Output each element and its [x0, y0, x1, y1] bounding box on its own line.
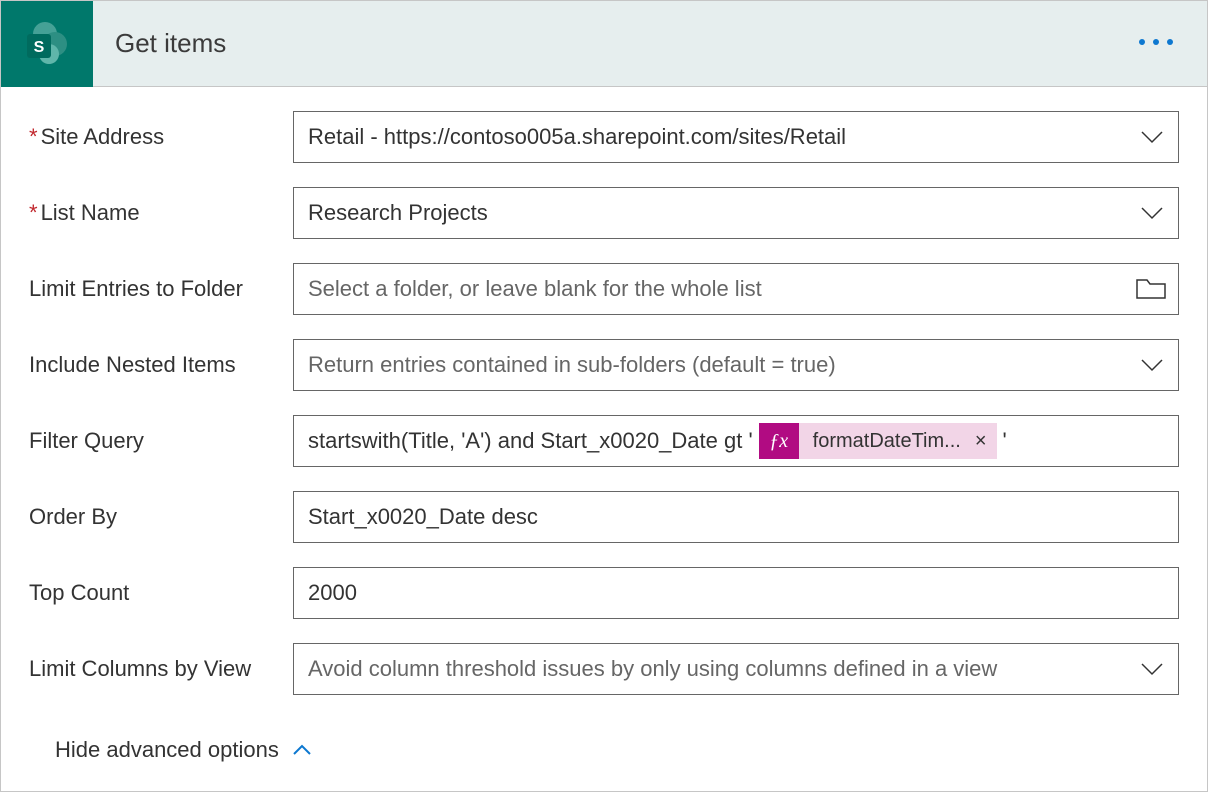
input-include-nested[interactable]: Return entries contained in sub-folders …	[293, 339, 1179, 391]
row-include-nested: Include Nested Items Return entries cont…	[29, 339, 1179, 391]
label-order-by: Order By	[29, 504, 293, 530]
hide-advanced-options-toggle[interactable]: Hide advanced options	[29, 719, 1179, 771]
label-limit-folder: Limit Entries to Folder	[29, 276, 293, 302]
value-top-count: 2000	[308, 580, 357, 606]
ellipsis-icon	[1153, 39, 1159, 45]
remove-token-button[interactable]: ×	[975, 430, 997, 453]
label-list-name: List Name	[29, 200, 293, 226]
row-top-count: Top Count 2000	[29, 567, 1179, 619]
chevron-down-icon[interactable]	[1138, 123, 1166, 151]
row-limit-folder: Limit Entries to Folder Select a folder,…	[29, 263, 1179, 315]
label-top-count: Top Count	[29, 580, 293, 606]
row-site-address: Site Address Retail - https://contoso005…	[29, 111, 1179, 163]
input-filter-query[interactable]: startswith(Title, 'A') and Start_x0020_D…	[293, 415, 1179, 467]
value-site-address: Retail - https://contoso005a.sharepoint.…	[308, 124, 846, 150]
card-body: Site Address Retail - https://contoso005…	[1, 87, 1207, 791]
sharepoint-logo-icon: S	[1, 1, 93, 87]
ellipsis-icon	[1139, 39, 1145, 45]
row-order-by: Order By Start_x0020_Date desc	[29, 491, 1179, 543]
chevron-down-icon[interactable]	[1138, 655, 1166, 683]
card-header: S Get items	[1, 1, 1207, 87]
input-limit-columns[interactable]: Avoid column threshold issues by only us…	[293, 643, 1179, 695]
svg-text:S: S	[34, 39, 45, 56]
input-top-count[interactable]: 2000	[293, 567, 1179, 619]
row-filter-query: Filter Query startswith(Title, 'A') and …	[29, 415, 1179, 467]
get-items-card: S Get items Site Address Retail - https:…	[0, 0, 1208, 792]
row-list-name: List Name Research Projects	[29, 187, 1179, 239]
input-limit-folder[interactable]: Select a folder, or leave blank for the …	[293, 263, 1179, 315]
placeholder-limit-folder: Select a folder, or leave blank for the …	[308, 276, 762, 302]
ellipsis-icon	[1167, 39, 1173, 45]
chevron-up-icon	[291, 739, 313, 761]
filter-query-text-after: '	[1003, 428, 1007, 454]
value-list-name: Research Projects	[308, 200, 488, 226]
label-include-nested: Include Nested Items	[29, 352, 293, 378]
label-limit-columns: Limit Columns by View	[29, 656, 293, 682]
expression-token-label: formatDateTim...	[799, 430, 975, 453]
label-filter-query: Filter Query	[29, 428, 293, 454]
placeholder-limit-columns: Avoid column threshold issues by only us…	[308, 656, 997, 682]
input-order-by[interactable]: Start_x0020_Date desc	[293, 491, 1179, 543]
input-site-address[interactable]: Retail - https://contoso005a.sharepoint.…	[293, 111, 1179, 163]
input-list-name[interactable]: Research Projects	[293, 187, 1179, 239]
advanced-toggle-label: Hide advanced options	[55, 737, 279, 763]
value-order-by: Start_x0020_Date desc	[308, 504, 538, 530]
filter-query-text-before: startswith(Title, 'A') and Start_x0020_D…	[308, 428, 753, 454]
chevron-down-icon[interactable]	[1138, 351, 1166, 379]
expression-token[interactable]: ƒx formatDateTim... ×	[759, 423, 997, 459]
row-limit-columns: Limit Columns by View Avoid column thres…	[29, 643, 1179, 695]
chevron-down-icon[interactable]	[1138, 199, 1166, 227]
card-title: Get items	[93, 28, 226, 59]
fx-icon: ƒx	[759, 423, 799, 459]
placeholder-include-nested: Return entries contained in sub-folders …	[308, 352, 836, 378]
more-menu-button[interactable]	[1129, 29, 1183, 55]
folder-icon[interactable]	[1136, 277, 1166, 301]
label-site-address: Site Address	[29, 124, 293, 150]
